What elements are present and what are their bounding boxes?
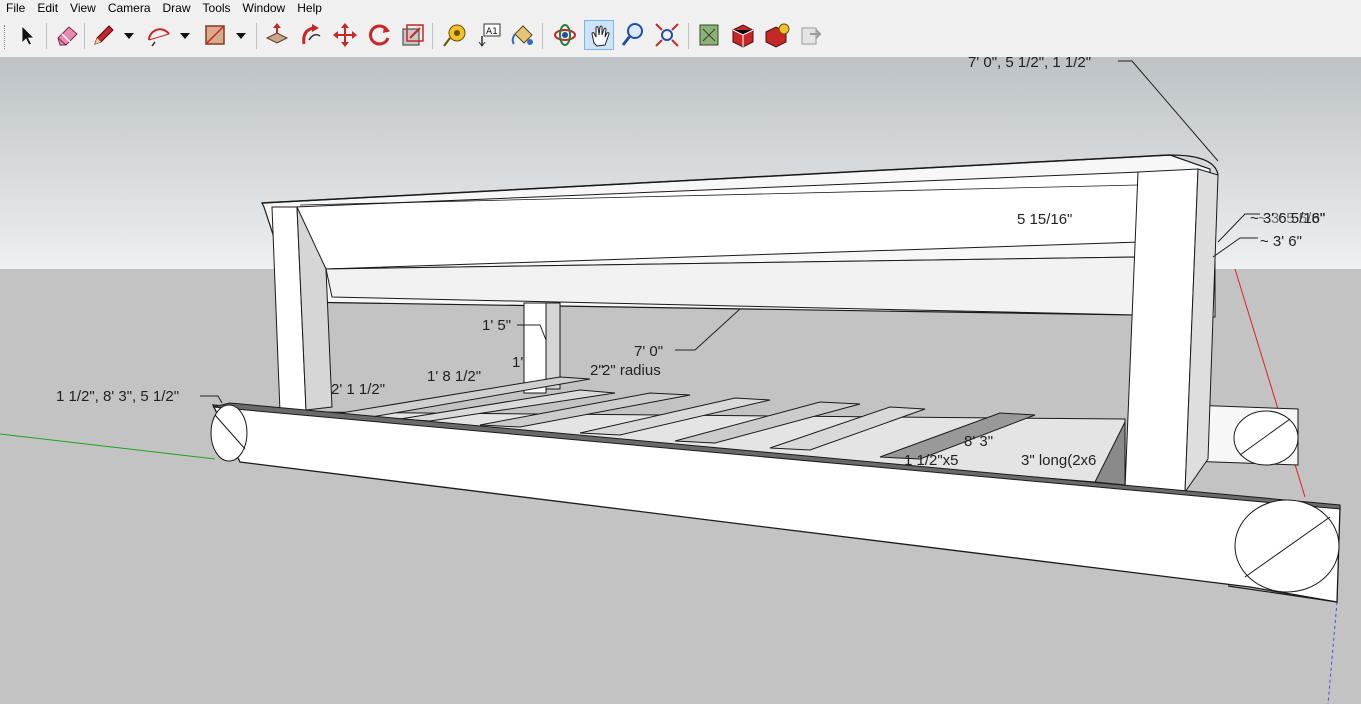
dimension-post-height: 1' 5"	[482, 317, 511, 334]
follow-me-icon	[302, 24, 321, 45]
pencil-icon	[94, 25, 114, 45]
paint-bucket-icon	[511, 25, 533, 45]
menu-bar: File Edit View Camera Draw Tools Window …	[0, 0, 1361, 16]
send-to-layout-button[interactable]	[796, 20, 826, 50]
menu-view[interactable]: View	[64, 0, 102, 16]
zoom-tool-button[interactable]	[618, 20, 648, 50]
dimension-mid: 1' 8 1/2"	[427, 368, 481, 385]
pencil-tool-button[interactable]	[88, 20, 118, 50]
dimension-length: 7' 0"	[634, 343, 663, 360]
tape-measure-icon	[443, 24, 466, 47]
menu-window[interactable]: Window	[237, 0, 292, 16]
arc-icon	[148, 28, 170, 47]
right-post	[1124, 168, 1219, 494]
scale-icon	[402, 24, 424, 46]
3d-warehouse-icon	[732, 24, 754, 48]
dimension-slat-c: 3" long(2x6	[1021, 452, 1096, 469]
model-scene[interactable]: 7' 0", 5 1/2", 1 1/2" ~ 3' 6 5/16" ~ 3' …	[0, 57, 1361, 704]
dimension-back-width: 5 15/16"	[1017, 211, 1072, 228]
menu-camera[interactable]: Camera	[102, 0, 157, 16]
move-tool-button[interactable]	[330, 20, 360, 50]
zoom-icon	[621, 23, 643, 46]
rotate-icon	[369, 24, 390, 46]
move-icon	[333, 23, 357, 47]
svg-text:A1: A1	[486, 27, 498, 37]
arc-dropdown[interactable]	[178, 20, 192, 50]
eraser-tool-button[interactable]	[52, 20, 82, 50]
tape-measure-tool-button[interactable]	[440, 20, 470, 50]
paint-bucket-tool-button[interactable]	[508, 20, 538, 50]
arc-tool-button[interactable]	[144, 20, 174, 50]
extension-warehouse-button[interactable]	[762, 20, 792, 50]
menu-edit[interactable]: Edit	[31, 0, 64, 16]
pan-tool-button[interactable]	[584, 20, 614, 50]
dimension-top-right: 7' 0", 5 1/2", 1 1/2"	[968, 57, 1091, 71]
eraser-icon	[57, 26, 78, 46]
menu-help[interactable]: Help	[291, 0, 328, 16]
pan-icon	[591, 25, 610, 47]
dimension-radius: 2" radius	[602, 362, 661, 379]
model-info-icon	[699, 24, 719, 46]
zoom-extents-icon	[655, 23, 679, 47]
3d-warehouse-button[interactable]	[728, 20, 758, 50]
orbit-tool-button[interactable]	[550, 20, 580, 50]
chevron-down-icon	[180, 33, 190, 39]
rectangle-icon	[205, 25, 225, 45]
zoom-extents-tool-button[interactable]	[652, 20, 682, 50]
select-icon	[21, 25, 35, 46]
pencil-dropdown[interactable]	[122, 20, 136, 50]
orbit-icon	[554, 24, 576, 46]
follow-me-tool-button[interactable]	[296, 20, 326, 50]
dimension-slat-a: 8' 3"	[964, 433, 993, 450]
toolbar-grip[interactable]	[4, 25, 8, 49]
dimension-small: 1'	[512, 354, 523, 371]
menu-draw[interactable]: Draw	[157, 0, 197, 16]
chevron-down-icon	[124, 33, 134, 39]
push-pull-tool-button[interactable]	[262, 20, 292, 50]
text-tool-button[interactable]: A1	[474, 20, 504, 50]
dimension-overlap-b: ~ 3' 5 5/8"	[1258, 210, 1325, 227]
extension-warehouse-icon	[765, 23, 790, 48]
push-pull-icon	[265, 23, 289, 44]
dimension-left-beam: 1 1/2", 8' 3", 5 1/2"	[56, 388, 179, 405]
text-icon: A1	[478, 23, 501, 47]
model-info-button[interactable]	[694, 20, 724, 50]
drawing-viewport[interactable]: 7' 0", 5 1/2", 1 1/2" ~ 3' 6 5/16" ~ 3' …	[0, 57, 1361, 704]
dimension-slat-b: 1 1/2"x5	[904, 452, 959, 469]
scale-tool-button[interactable]	[398, 20, 428, 50]
chevron-down-icon	[236, 33, 246, 39]
rectangle-tool-button[interactable]	[200, 20, 230, 50]
menu-file[interactable]: File	[0, 0, 31, 16]
dimension-height: ~ 3' 6"	[1260, 233, 1302, 250]
menu-tools[interactable]: Tools	[197, 0, 237, 16]
dimension-span: 2' 1 1/2"	[331, 381, 385, 398]
rectangle-dropdown[interactable]	[234, 20, 248, 50]
rotate-tool-button[interactable]	[364, 20, 394, 50]
getting-started-toolbar: A1	[0, 17, 1361, 58]
select-tool-button[interactable]	[12, 20, 42, 50]
send-to-layout-icon	[801, 27, 822, 45]
